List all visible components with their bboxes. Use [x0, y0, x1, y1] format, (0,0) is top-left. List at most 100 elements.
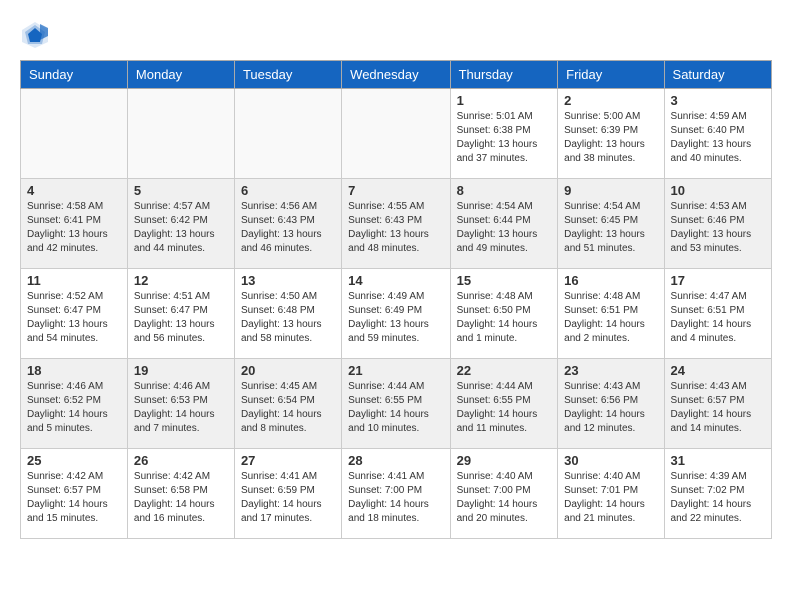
calendar-table: SundayMondayTuesdayWednesdayThursdayFrid…: [20, 60, 772, 539]
calendar-week-2: 4 Sunrise: 4:58 AM Sunset: 6:41 PM Daylig…: [21, 179, 772, 269]
day-number: 9: [564, 183, 657, 198]
calendar-cell: 27Sunrise: 4:41 AM Sunset: 6:59 PM Dayli…: [234, 449, 341, 539]
calendar-cell: 14 Sunrise: 4:49 AM Sunset: 6:49 PM Dayli…: [342, 269, 450, 359]
calendar-cell: 7 Sunrise: 4:55 AM Sunset: 6:43 PM Daylig…: [342, 179, 450, 269]
calendar-cell: 19 Sunrise: 4:46 AM Sunset: 6:53 PM Dayli…: [127, 359, 234, 449]
calendar-header-saturday: Saturday: [664, 61, 771, 89]
calendar-cell: [342, 89, 450, 179]
day-info: Sunrise: 4:44 AM Sunset: 6:55 PM Dayligh…: [348, 380, 443, 436]
day-number: 3: [671, 93, 765, 108]
day-number: 4: [27, 183, 121, 198]
calendar-cell: 13 Sunrise: 4:50 AM Sunset: 6:48 PM Dayli…: [234, 269, 341, 359]
calendar-header-wednesday: Wednesday: [342, 61, 450, 89]
day-number: 17: [671, 273, 765, 288]
calendar-week-1: 1 Sunrise: 5:01 AM Sunset: 6:38 PM Daylig…: [21, 89, 772, 179]
day-number: 21: [348, 363, 443, 378]
calendar-cell: 15Sunrise: 4:48 AM Sunset: 6:50 PM Dayli…: [450, 269, 558, 359]
day-number: 30: [564, 453, 657, 468]
day-number: 27: [241, 453, 335, 468]
calendar-cell: 31 Sunrise: 4:39 AM Sunset: 7:02 PM Dayli…: [664, 449, 771, 539]
calendar-header-thursday: Thursday: [450, 61, 558, 89]
calendar-week-3: 11 Sunrise: 4:52 AM Sunset: 6:47 PM Dayli…: [21, 269, 772, 359]
day-info: Sunrise: 4:50 AM Sunset: 6:48 PM Dayligh…: [241, 290, 335, 346]
calendar-cell: 12 Sunrise: 4:51 AM Sunset: 6:47 PM Dayli…: [127, 269, 234, 359]
day-info: Sunrise: 4:43 AM Sunset: 6:56 PM Dayligh…: [564, 380, 657, 436]
logo-icon: [20, 20, 50, 50]
calendar-header-row: SundayMondayTuesdayWednesdayThursdayFrid…: [21, 61, 772, 89]
day-info: Sunrise: 4:53 AM Sunset: 6:46 PM Dayligh…: [671, 200, 765, 256]
day-info: Sunrise: 4:43 AM Sunset: 6:57 PM Dayligh…: [671, 380, 765, 436]
calendar-cell: 9Sunrise: 4:54 AM Sunset: 6:45 PM Daylig…: [558, 179, 664, 269]
calendar-cell: 23 Sunrise: 4:43 AM Sunset: 6:56 PM Dayli…: [558, 359, 664, 449]
day-number: 31: [671, 453, 765, 468]
calendar-header-friday: Friday: [558, 61, 664, 89]
calendar-week-5: 25Sunrise: 4:42 AM Sunset: 6:57 PM Dayli…: [21, 449, 772, 539]
day-number: 16: [564, 273, 657, 288]
day-number: 20: [241, 363, 335, 378]
calendar-cell: [234, 89, 341, 179]
day-info: Sunrise: 4:42 AM Sunset: 6:57 PM Dayligh…: [27, 470, 121, 526]
day-info: Sunrise: 4:59 AM Sunset: 6:40 PM Dayligh…: [671, 110, 765, 166]
calendar-cell: 18Sunrise: 4:46 AM Sunset: 6:52 PM Dayli…: [21, 359, 128, 449]
calendar-cell: 25Sunrise: 4:42 AM Sunset: 6:57 PM Dayli…: [21, 449, 128, 539]
day-info: Sunrise: 4:42 AM Sunset: 6:58 PM Dayligh…: [134, 470, 228, 526]
calendar-cell: [127, 89, 234, 179]
logo: [20, 20, 52, 50]
day-info: Sunrise: 4:49 AM Sunset: 6:49 PM Dayligh…: [348, 290, 443, 346]
calendar-cell: 3 Sunrise: 4:59 AM Sunset: 6:40 PM Daylig…: [664, 89, 771, 179]
day-number: 7: [348, 183, 443, 198]
calendar-cell: 26 Sunrise: 4:42 AM Sunset: 6:58 PM Dayli…: [127, 449, 234, 539]
day-number: 8: [457, 183, 552, 198]
day-info: Sunrise: 4:57 AM Sunset: 6:42 PM Dayligh…: [134, 200, 228, 256]
day-info: Sunrise: 4:58 AM Sunset: 6:41 PM Dayligh…: [27, 200, 121, 256]
calendar-cell: 8Sunrise: 4:54 AM Sunset: 6:44 PM Daylig…: [450, 179, 558, 269]
day-number: 11: [27, 273, 121, 288]
day-info: Sunrise: 4:45 AM Sunset: 6:54 PM Dayligh…: [241, 380, 335, 436]
day-number: 22: [457, 363, 552, 378]
day-number: 23: [564, 363, 657, 378]
calendar-cell: 29 Sunrise: 4:40 AM Sunset: 7:00 PM Dayli…: [450, 449, 558, 539]
day-info: Sunrise: 4:56 AM Sunset: 6:43 PM Dayligh…: [241, 200, 335, 256]
calendar-week-4: 18Sunrise: 4:46 AM Sunset: 6:52 PM Dayli…: [21, 359, 772, 449]
calendar-header-tuesday: Tuesday: [234, 61, 341, 89]
day-number: 12: [134, 273, 228, 288]
day-number: 29: [457, 453, 552, 468]
day-info: Sunrise: 4:48 AM Sunset: 6:51 PM Dayligh…: [564, 290, 657, 346]
calendar-cell: 6 Sunrise: 4:56 AM Sunset: 6:43 PM Daylig…: [234, 179, 341, 269]
calendar-cell: 24 Sunrise: 4:43 AM Sunset: 6:57 PM Dayli…: [664, 359, 771, 449]
day-number: 14: [348, 273, 443, 288]
day-number: 28: [348, 453, 443, 468]
day-info: Sunrise: 4:40 AM Sunset: 7:00 PM Dayligh…: [457, 470, 552, 526]
day-info: Sunrise: 4:51 AM Sunset: 6:47 PM Dayligh…: [134, 290, 228, 346]
calendar-cell: [21, 89, 128, 179]
calendar-cell: 2Sunrise: 5:00 AM Sunset: 6:39 PM Daylig…: [558, 89, 664, 179]
calendar-cell: 5Sunrise: 4:57 AM Sunset: 6:42 PM Daylig…: [127, 179, 234, 269]
day-info: Sunrise: 4:44 AM Sunset: 6:55 PM Dayligh…: [457, 380, 552, 436]
day-info: Sunrise: 4:47 AM Sunset: 6:51 PM Dayligh…: [671, 290, 765, 346]
day-number: 1: [457, 93, 552, 108]
day-number: 26: [134, 453, 228, 468]
calendar-header-monday: Monday: [127, 61, 234, 89]
calendar-cell: 30Sunrise: 4:40 AM Sunset: 7:01 PM Dayli…: [558, 449, 664, 539]
day-info: Sunrise: 4:46 AM Sunset: 6:52 PM Dayligh…: [27, 380, 121, 436]
day-info: Sunrise: 5:01 AM Sunset: 6:38 PM Dayligh…: [457, 110, 552, 166]
day-number: 24: [671, 363, 765, 378]
calendar-header-sunday: Sunday: [21, 61, 128, 89]
calendar-cell: 21 Sunrise: 4:44 AM Sunset: 6:55 PM Dayli…: [342, 359, 450, 449]
calendar-cell: 10Sunrise: 4:53 AM Sunset: 6:46 PM Dayli…: [664, 179, 771, 269]
calendar-cell: 16 Sunrise: 4:48 AM Sunset: 6:51 PM Dayli…: [558, 269, 664, 359]
page-header: [20, 20, 772, 50]
day-info: Sunrise: 4:46 AM Sunset: 6:53 PM Dayligh…: [134, 380, 228, 436]
calendar-cell: 28Sunrise: 4:41 AM Sunset: 7:00 PM Dayli…: [342, 449, 450, 539]
calendar-cell: 22 Sunrise: 4:44 AM Sunset: 6:55 PM Dayli…: [450, 359, 558, 449]
calendar-cell: 17 Sunrise: 4:47 AM Sunset: 6:51 PM Dayli…: [664, 269, 771, 359]
calendar-cell: 1 Sunrise: 5:01 AM Sunset: 6:38 PM Daylig…: [450, 89, 558, 179]
day-info: Sunrise: 4:55 AM Sunset: 6:43 PM Dayligh…: [348, 200, 443, 256]
day-info: Sunrise: 4:48 AM Sunset: 6:50 PM Dayligh…: [457, 290, 552, 346]
day-number: 6: [241, 183, 335, 198]
day-number: 13: [241, 273, 335, 288]
day-info: Sunrise: 4:52 AM Sunset: 6:47 PM Dayligh…: [27, 290, 121, 346]
day-number: 19: [134, 363, 228, 378]
day-info: Sunrise: 4:39 AM Sunset: 7:02 PM Dayligh…: [671, 470, 765, 526]
calendar-cell: 20 Sunrise: 4:45 AM Sunset: 6:54 PM Dayli…: [234, 359, 341, 449]
